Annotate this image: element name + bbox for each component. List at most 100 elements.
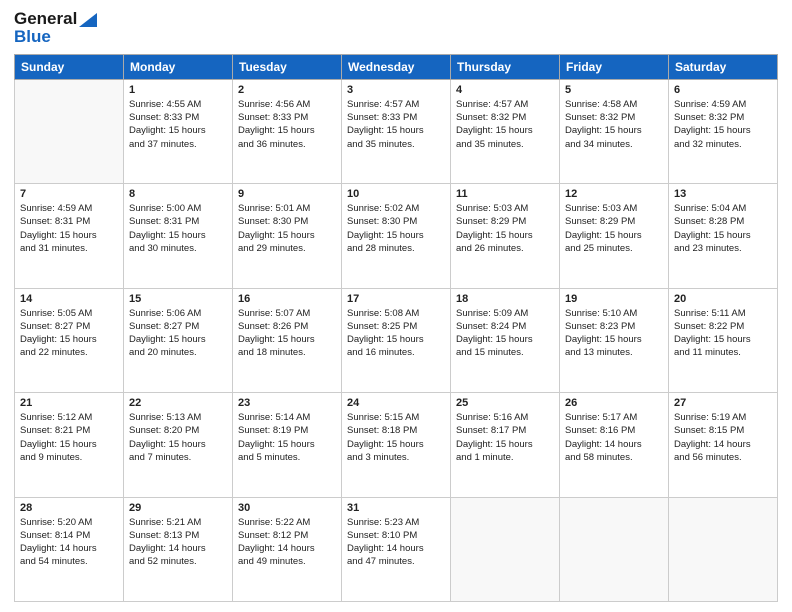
logo-blue: Blue [14, 28, 97, 46]
day-number: 23 [238, 397, 336, 409]
day-number: 5 [565, 84, 663, 96]
day-info: Sunrise: 5:06 AM Sunset: 8:27 PM Dayligh… [129, 307, 227, 360]
day-number: 8 [129, 188, 227, 200]
day-info: Sunrise: 5:03 AM Sunset: 8:29 PM Dayligh… [565, 202, 663, 255]
calendar-cell: 28Sunrise: 5:20 AM Sunset: 8:14 PM Dayli… [15, 497, 124, 602]
day-info: Sunrise: 5:01 AM Sunset: 8:30 PM Dayligh… [238, 202, 336, 255]
calendar-week-4: 21 Sunrise: 5:12 AM Sunset: 8:21 PM Dayli… [15, 393, 778, 497]
calendar-week-1: 1Sunrise: 4:55 AM Sunset: 8:33 PM Daylig… [15, 79, 778, 183]
weekday-header-monday: Monday [124, 54, 233, 79]
calendar-cell: 6Sunrise: 4:59 AM Sunset: 8:32 PM Daylig… [669, 79, 778, 183]
day-info: Sunrise: 5:04 AM Sunset: 8:28 PM Dayligh… [674, 202, 772, 255]
calendar-cell: 9 Sunrise: 5:01 AM Sunset: 8:30 PM Daylig… [233, 184, 342, 288]
calendar-cell: 30Sunrise: 5:22 AM Sunset: 8:12 PM Dayli… [233, 497, 342, 602]
day-info: Sunrise: 5:10 AM Sunset: 8:23 PM Dayligh… [565, 307, 663, 360]
calendar-cell: 7 Sunrise: 4:59 AM Sunset: 8:31 PM Daylig… [15, 184, 124, 288]
calendar-body: 1Sunrise: 4:55 AM Sunset: 8:33 PM Daylig… [15, 79, 778, 601]
day-number: 4 [456, 84, 554, 96]
day-number: 29 [129, 502, 227, 514]
day-info: Sunrise: 5:23 AM Sunset: 8:10 PM Dayligh… [347, 516, 445, 569]
calendar-cell: 15 Sunrise: 5:06 AM Sunset: 8:27 PM Dayli… [124, 288, 233, 392]
calendar-cell: 2 Sunrise: 4:56 AM Sunset: 8:33 PM Daylig… [233, 79, 342, 183]
day-info: Sunrise: 5:19 AM Sunset: 8:15 PM Dayligh… [674, 411, 772, 464]
calendar-cell: 24 Sunrise: 5:15 AM Sunset: 8:18 PM Dayli… [342, 393, 451, 497]
calendar-cell: 10 Sunrise: 5:02 AM Sunset: 8:30 PM Dayli… [342, 184, 451, 288]
day-number: 19 [565, 293, 663, 305]
day-number: 11 [456, 188, 554, 200]
day-info: Sunrise: 5:21 AM Sunset: 8:13 PM Dayligh… [129, 516, 227, 569]
day-info: Sunrise: 5:14 AM Sunset: 8:19 PM Dayligh… [238, 411, 336, 464]
calendar-cell: 4 Sunrise: 4:57 AM Sunset: 8:32 PM Daylig… [451, 79, 560, 183]
day-info: Sunrise: 5:00 AM Sunset: 8:31 PM Dayligh… [129, 202, 227, 255]
calendar-cell: 13 Sunrise: 5:04 AM Sunset: 8:28 PM Dayli… [669, 184, 778, 288]
day-info: Sunrise: 5:17 AM Sunset: 8:16 PM Dayligh… [565, 411, 663, 464]
day-info: Sunrise: 4:58 AM Sunset: 8:32 PM Dayligh… [565, 98, 663, 151]
day-info: Sunrise: 5:03 AM Sunset: 8:29 PM Dayligh… [456, 202, 554, 255]
day-number: 13 [674, 188, 772, 200]
day-number: 21 [20, 397, 118, 409]
calendar-cell: 27 Sunrise: 5:19 AM Sunset: 8:15 PM Dayli… [669, 393, 778, 497]
calendar-cell [451, 497, 560, 602]
day-number: 2 [238, 84, 336, 96]
calendar-cell [669, 497, 778, 602]
calendar-cell: 12 Sunrise: 5:03 AM Sunset: 8:29 PM Dayli… [560, 184, 669, 288]
calendar-cell: 18 Sunrise: 5:09 AM Sunset: 8:24 PM Dayli… [451, 288, 560, 392]
day-number: 24 [347, 397, 445, 409]
day-number: 3 [347, 84, 445, 96]
day-info: Sunrise: 5:22 AM Sunset: 8:12 PM Dayligh… [238, 516, 336, 569]
day-info: Sunrise: 4:57 AM Sunset: 8:32 PM Dayligh… [456, 98, 554, 151]
calendar-cell: 5 Sunrise: 4:58 AM Sunset: 8:32 PM Daylig… [560, 79, 669, 183]
weekday-header-thursday: Thursday [451, 54, 560, 79]
calendar-cell: 23 Sunrise: 5:14 AM Sunset: 8:19 PM Dayli… [233, 393, 342, 497]
weekday-header-wednesday: Wednesday [342, 54, 451, 79]
logo: General Blue [14, 10, 97, 46]
calendar-cell: 25Sunrise: 5:16 AM Sunset: 8:17 PM Dayli… [451, 393, 560, 497]
header: General Blue [14, 10, 778, 46]
weekday-header-saturday: Saturday [669, 54, 778, 79]
day-number: 10 [347, 188, 445, 200]
day-number: 31 [347, 502, 445, 514]
weekday-header-sunday: Sunday [15, 54, 124, 79]
day-info: Sunrise: 5:11 AM Sunset: 8:22 PM Dayligh… [674, 307, 772, 360]
day-info: Sunrise: 5:07 AM Sunset: 8:26 PM Dayligh… [238, 307, 336, 360]
day-number: 20 [674, 293, 772, 305]
day-info: Sunrise: 4:56 AM Sunset: 8:33 PM Dayligh… [238, 98, 336, 151]
calendar-cell [560, 497, 669, 602]
day-number: 15 [129, 293, 227, 305]
day-number: 14 [20, 293, 118, 305]
calendar-cell: 19 Sunrise: 5:10 AM Sunset: 8:23 PM Dayli… [560, 288, 669, 392]
day-number: 17 [347, 293, 445, 305]
page: General Blue SundayMondayTuesdayWednesda… [0, 0, 792, 612]
day-number: 22 [129, 397, 227, 409]
day-info: Sunrise: 4:59 AM Sunset: 8:32 PM Dayligh… [674, 98, 772, 151]
calendar-cell: 11 Sunrise: 5:03 AM Sunset: 8:29 PM Dayli… [451, 184, 560, 288]
calendar-table: SundayMondayTuesdayWednesdayThursdayFrid… [14, 54, 778, 602]
day-info: Sunrise: 5:02 AM Sunset: 8:30 PM Dayligh… [347, 202, 445, 255]
day-number: 16 [238, 293, 336, 305]
day-number: 7 [20, 188, 118, 200]
day-number: 12 [565, 188, 663, 200]
day-number: 27 [674, 397, 772, 409]
day-info: Sunrise: 5:09 AM Sunset: 8:24 PM Dayligh… [456, 307, 554, 360]
calendar-cell: 16 Sunrise: 5:07 AM Sunset: 8:26 PM Dayli… [233, 288, 342, 392]
day-info: Sunrise: 4:57 AM Sunset: 8:33 PM Dayligh… [347, 98, 445, 151]
day-info: Sunrise: 5:08 AM Sunset: 8:25 PM Dayligh… [347, 307, 445, 360]
day-number: 28 [20, 502, 118, 514]
calendar-cell: 31 Sunrise: 5:23 AM Sunset: 8:10 PM Dayli… [342, 497, 451, 602]
calendar-cell: 14Sunrise: 5:05 AM Sunset: 8:27 PM Dayli… [15, 288, 124, 392]
calendar-week-2: 7 Sunrise: 4:59 AM Sunset: 8:31 PM Daylig… [15, 184, 778, 288]
day-number: 26 [565, 397, 663, 409]
day-info: Sunrise: 5:13 AM Sunset: 8:20 PM Dayligh… [129, 411, 227, 464]
calendar-cell: 26 Sunrise: 5:17 AM Sunset: 8:16 PM Dayli… [560, 393, 669, 497]
calendar-cell: 8 Sunrise: 5:00 AM Sunset: 8:31 PM Daylig… [124, 184, 233, 288]
day-info: Sunrise: 4:55 AM Sunset: 8:33 PM Dayligh… [129, 98, 227, 151]
calendar-cell: 21 Sunrise: 5:12 AM Sunset: 8:21 PM Dayli… [15, 393, 124, 497]
calendar-cell: 22 Sunrise: 5:13 AM Sunset: 8:20 PM Dayli… [124, 393, 233, 497]
day-info: Sunrise: 4:59 AM Sunset: 8:31 PM Dayligh… [20, 202, 118, 255]
day-number: 18 [456, 293, 554, 305]
day-number: 9 [238, 188, 336, 200]
calendar-cell [15, 79, 124, 183]
day-info: Sunrise: 5:12 AM Sunset: 8:21 PM Dayligh… [20, 411, 118, 464]
weekday-header-row: SundayMondayTuesdayWednesdayThursdayFrid… [15, 54, 778, 79]
day-info: Sunrise: 5:15 AM Sunset: 8:18 PM Dayligh… [347, 411, 445, 464]
